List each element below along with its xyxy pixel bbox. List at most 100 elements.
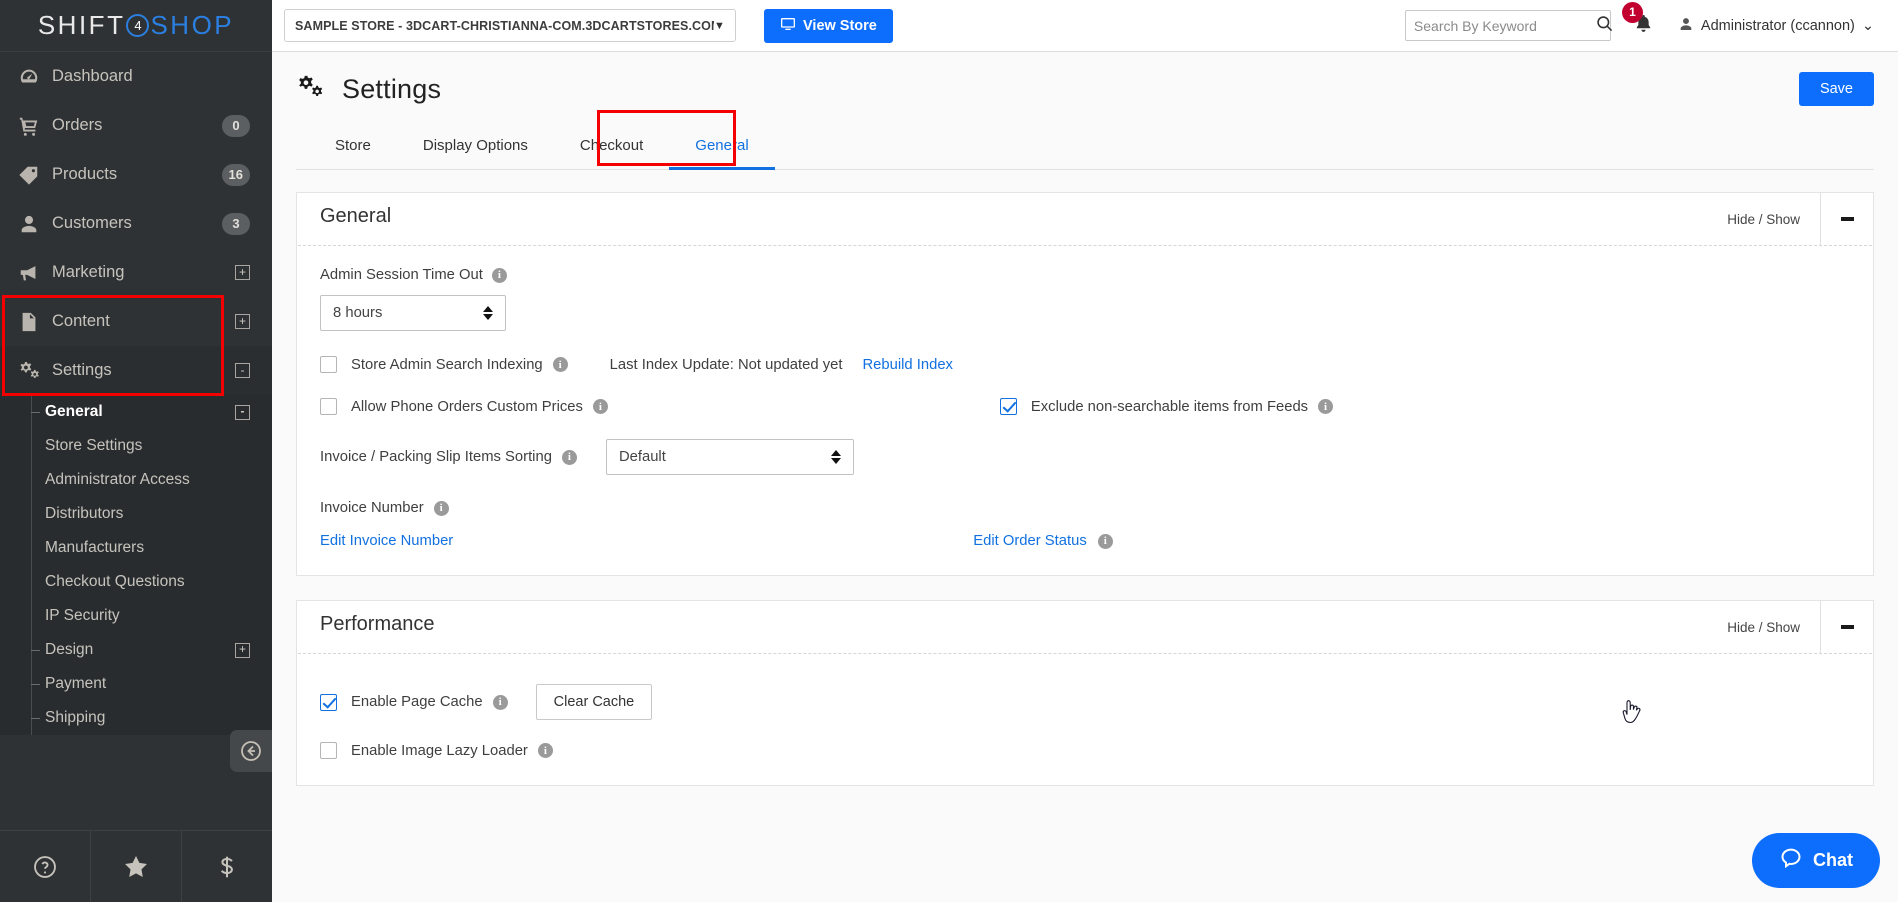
store-admin-search-indexing-checkbox[interactable] [320, 356, 337, 373]
products-count-badge: 16 [221, 163, 250, 186]
invoice-number-label: Invoice Number [320, 500, 424, 516]
exclude-non-searchable-items-checkbox[interactable] [999, 398, 1017, 415]
sidebar-item-manufacturers[interactable]: Manufacturers [0, 531, 272, 565]
sidebar-item-distributors[interactable]: Distributors [0, 497, 272, 531]
invoice-sorting-select[interactable]: Default [605, 439, 854, 475]
sidebar-collapse-button[interactable] [230, 730, 272, 772]
clear-cache-button[interactable]: Clear Cache [535, 684, 653, 720]
notifications-bell[interactable]: 1 [1621, 1, 1654, 39]
search-icon[interactable] [1595, 14, 1614, 38]
allow-phone-orders-custom-prices-checkbox[interactable] [320, 398, 337, 415]
general-collapse-button[interactable] [1821, 193, 1873, 245]
search-box[interactable] [1404, 10, 1614, 41]
info-icon[interactable]: i [561, 449, 577, 465]
account-menu[interactable]: Administrator (ccannon) ⌄ [1678, 16, 1874, 36]
help-circle-icon[interactable] [0, 831, 91, 902]
search-input[interactable] [1413, 17, 1595, 34]
sidebar-item-label: Customers [52, 214, 132, 232]
info-icon[interactable]: i [1318, 399, 1334, 414]
sidebar-item-label: Settings [52, 361, 112, 379]
sidebar-item-design[interactable]: Design + [0, 633, 272, 667]
sidebar-settings-submenu: General - Store Settings Administrator A… [0, 395, 272, 735]
page-title-row: Settings Save [296, 72, 1874, 106]
collapse-minus-icon[interactable]: - [235, 404, 250, 420]
store-selector-dropdown[interactable]: SAMPLE STORE - 3DCART-CHRISTIANNA-COM.3D… [284, 9, 736, 42]
enable-page-cache-row: Enable Page Cache i Clear Cache [320, 684, 1850, 720]
sidebar-item-dashboard[interactable]: Dashboard [0, 52, 272, 101]
sidebar-item-marketing[interactable]: Marketing + [0, 248, 272, 297]
store-admin-search-indexing-row: Store Admin Search Indexing i Last Index… [320, 356, 1850, 373]
chat-bubble-icon [1779, 846, 1803, 875]
info-icon[interactable]: i [537, 743, 553, 758]
enable-page-cache-label: Enable Page Cache [351, 694, 483, 710]
chat-button[interactable]: Chat [1752, 833, 1880, 888]
general-hide-show-toggle[interactable]: Hide / Show [1707, 193, 1821, 245]
sidebar-subitem-label: Manufacturers [45, 539, 145, 556]
performance-collapse-button[interactable] [1821, 601, 1873, 653]
sidebar-item-products[interactable]: Products 16 [0, 150, 272, 199]
monitor-icon [780, 16, 796, 36]
gears-icon [18, 359, 52, 382]
collapse-minus-icon[interactable]: - [235, 363, 250, 378]
sidebar-item-general[interactable]: General - [0, 395, 272, 429]
phone-orders-row: Allow Phone Orders Custom Prices i Exclu… [320, 398, 1850, 415]
sidebar-item-administrator-access[interactable]: Administrator Access [0, 463, 272, 497]
notification-count-badge: 1 [1621, 1, 1643, 23]
info-icon[interactable]: i [492, 694, 508, 710]
sidebar-item-content[interactable]: Content + [0, 297, 272, 346]
view-store-button[interactable]: View Store [764, 8, 893, 43]
gears-icon [296, 72, 325, 106]
sidebar-item-label: Marketing [52, 263, 125, 281]
collapse-left-arrow-icon [241, 741, 261, 761]
chevron-down-icon: ⌄ [1861, 17, 1874, 34]
enable-image-lazy-loader-checkbox[interactable] [320, 742, 337, 759]
info-icon[interactable]: i [491, 267, 507, 283]
sidebar-item-payment[interactable]: Payment [0, 667, 272, 701]
minus-icon [1840, 625, 1854, 629]
save-button[interactable]: Save [1798, 72, 1874, 106]
sidebar-item-ip-security[interactable]: IP Security [0, 599, 272, 633]
tab-display-options[interactable]: Display Options [397, 125, 554, 170]
sidebar-item-shipping[interactable]: Shipping [0, 701, 272, 735]
tab-checkout[interactable]: Checkout [554, 125, 669, 170]
brand-logo[interactable]: SHIFT 4 SHOP [0, 0, 272, 52]
sidebar-item-settings[interactable]: Settings - [0, 346, 272, 395]
star-icon[interactable] [91, 831, 182, 902]
expand-plus-icon[interactable]: + [235, 265, 250, 280]
dollar-icon[interactable] [182, 831, 272, 902]
sidebar-item-checkout-questions[interactable]: Checkout Questions [0, 565, 272, 599]
tab-general[interactable]: General [669, 125, 775, 170]
sidebar-item-label: Content [52, 312, 110, 330]
info-icon[interactable]: i [592, 399, 608, 414]
info-icon[interactable]: i [1097, 533, 1113, 549]
rebuild-index-link[interactable]: Rebuild Index [862, 357, 953, 373]
enable-page-cache-checkbox[interactable] [320, 693, 337, 711]
cart-icon [18, 115, 52, 137]
expand-plus-icon[interactable]: + [235, 642, 250, 658]
edit-links-row: Edit Invoice Number Edit Order Status i [320, 533, 1850, 549]
edit-invoice-number-link[interactable]: Edit Invoice Number [320, 533, 453, 549]
sidebar-spacer [0, 812, 272, 830]
admin-session-timeout-value: 8 hours [333, 305, 383, 321]
general-panel-header: General Hide / Show [297, 193, 1873, 245]
tab-store[interactable]: Store [309, 125, 397, 170]
label-text: Admin Session Time Out [320, 267, 483, 283]
page-header: Settings Save Store Display Options Chec… [272, 52, 1898, 170]
sidebar-item-store-settings[interactable]: Store Settings [0, 429, 272, 463]
enable-image-lazy-loader-row: Enable Image Lazy Loader i [320, 742, 1850, 759]
logo-four-badge: 4 [126, 14, 150, 37]
admin-session-timeout-select[interactable]: 8 hours [320, 295, 506, 331]
general-panel-body: Admin Session Time Out i 8 hours Store A… [297, 246, 1873, 575]
view-store-label: View Store [803, 17, 877, 34]
expand-plus-icon[interactable]: + [235, 314, 250, 329]
edit-order-status-link[interactable]: Edit Order Status [973, 533, 1087, 549]
sidebar-item-customers[interactable]: Customers 3 [0, 199, 272, 248]
settings-content: General Hide / Show Admin Session Time O… [272, 170, 1898, 902]
sidebar: SHIFT 4 SHOP Dashboard Orders 0 Products [0, 0, 272, 902]
performance-hide-show-toggle[interactable]: Hide / Show [1707, 601, 1821, 653]
enable-image-lazy-loader-label: Enable Image Lazy Loader [351, 742, 528, 759]
customers-count-badge: 3 [222, 212, 250, 235]
info-icon[interactable]: i [433, 500, 449, 516]
sidebar-item-orders[interactable]: Orders 0 [0, 101, 272, 150]
info-icon[interactable]: i [552, 357, 568, 372]
